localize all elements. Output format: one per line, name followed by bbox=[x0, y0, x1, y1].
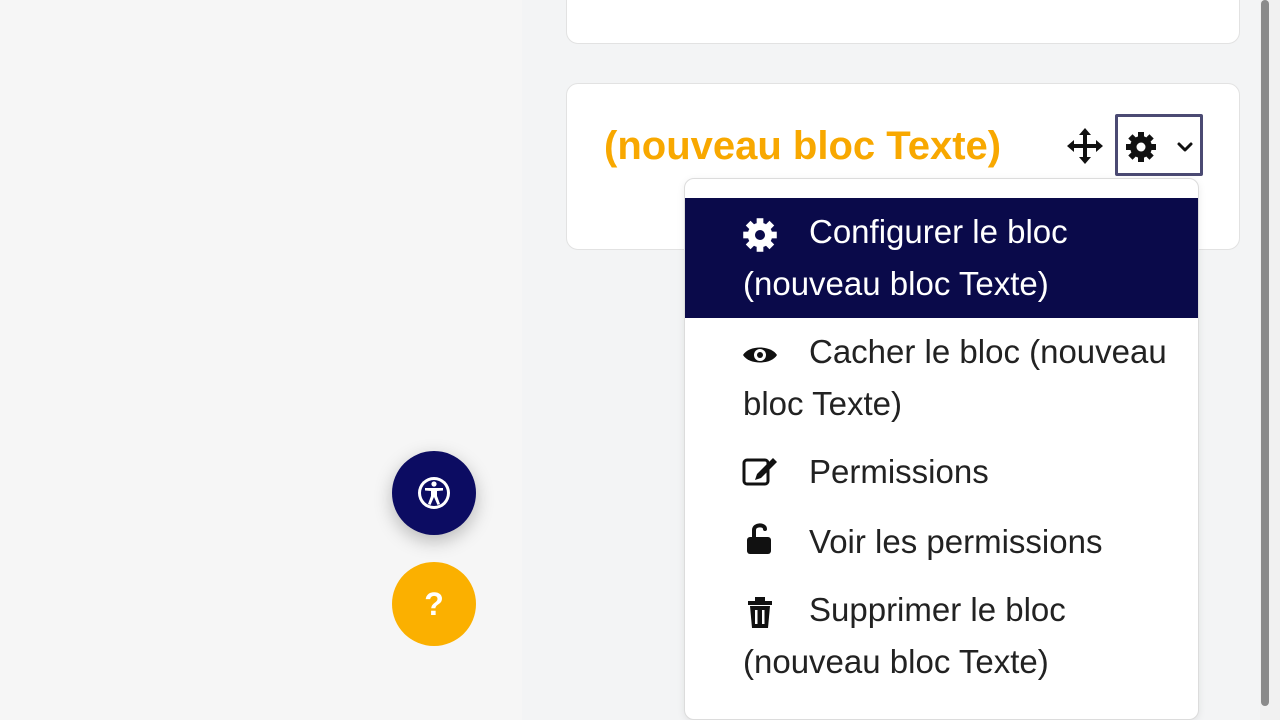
block-actions-menu: Configurer le bloc (nouveau bloc Texte) … bbox=[684, 178, 1199, 720]
menu-item-label: Permissions bbox=[809, 453, 989, 490]
block-actions-toggle[interactable] bbox=[1115, 114, 1203, 176]
menu-item-configure[interactable]: Configurer le bloc (nouveau bloc Texte) bbox=[685, 198, 1198, 318]
gear-icon bbox=[1126, 132, 1156, 162]
help-button[interactable]: ? bbox=[392, 562, 476, 646]
move-icon[interactable] bbox=[1064, 125, 1106, 167]
previous-block-card bbox=[566, 0, 1240, 44]
menu-item-hide[interactable]: Cacher le bloc (nouveau bloc Texte) bbox=[685, 318, 1198, 436]
help-label: ? bbox=[424, 586, 444, 622]
chevron-down-icon bbox=[1177, 142, 1193, 152]
scrollbar-thumb[interactable] bbox=[1261, 0, 1269, 706]
menu-item-label: Supprimer le bloc (nouveau bloc Texte) bbox=[743, 591, 1066, 680]
menu-item-label: Voir les permissions bbox=[809, 523, 1103, 560]
menu-item-view-permissions[interactable]: Voir les permissions bbox=[685, 506, 1198, 576]
menu-item-label: Configurer le bloc (nouveau bloc Texte) bbox=[743, 213, 1068, 302]
block-title: (nouveau bloc Texte) bbox=[604, 124, 1002, 168]
accessibility-icon bbox=[418, 477, 450, 509]
menu-item-permissions[interactable]: Permissions bbox=[685, 436, 1198, 506]
menu-item-label: Cacher le bloc (nouveau bloc Texte) bbox=[743, 333, 1167, 422]
menu-item-delete[interactable]: Supprimer le bloc (nouveau bloc Texte) bbox=[685, 576, 1198, 696]
accessibility-button[interactable] bbox=[392, 451, 476, 535]
